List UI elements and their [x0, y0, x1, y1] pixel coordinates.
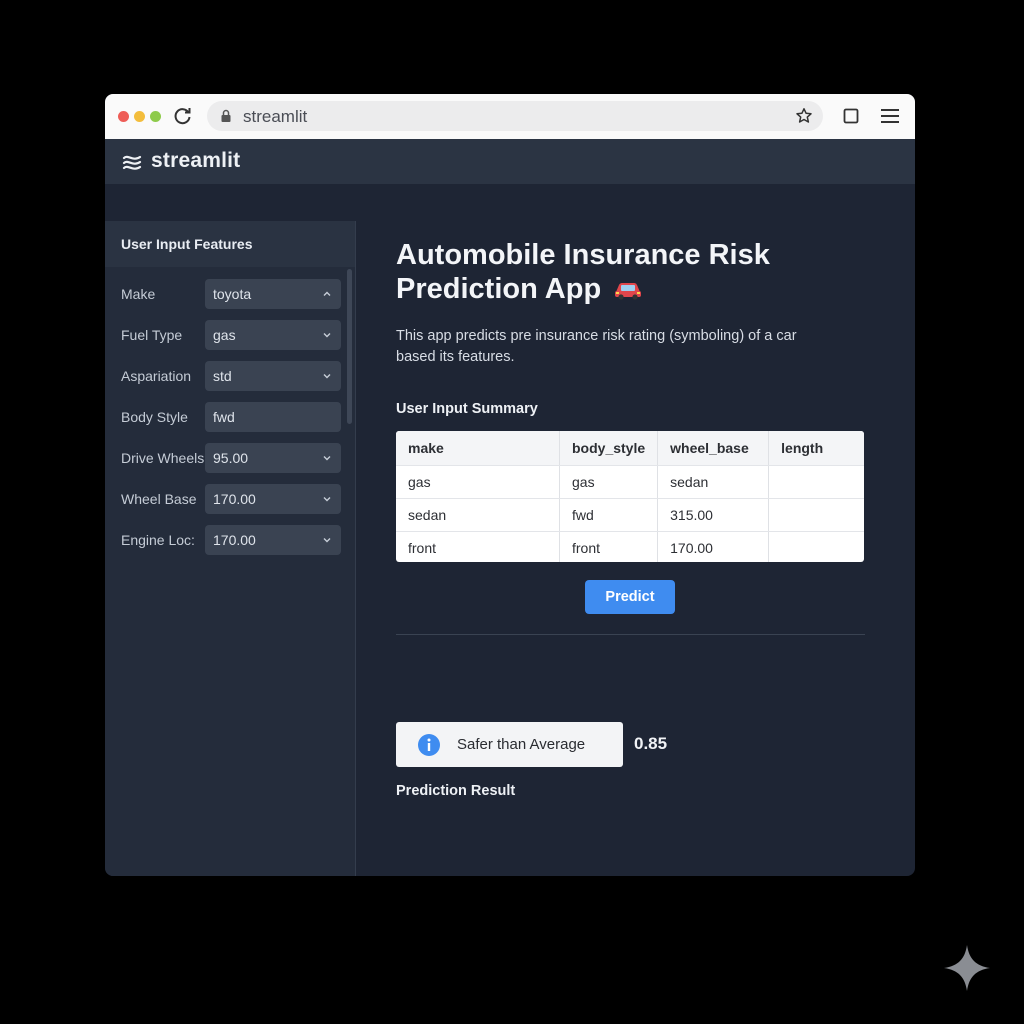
chevron-down-icon: [323, 333, 331, 338]
streamlit-logo-icon: [122, 155, 142, 170]
lock-icon: [221, 109, 231, 122]
chevron-up-icon: [323, 291, 331, 296]
drive-wheels-select[interactable]: 95.00: [205, 443, 341, 473]
make-label: Make: [121, 286, 156, 302]
sidebar-header: User Input Features: [105, 221, 355, 267]
fuel-type-label: Fuel Type: [121, 327, 183, 343]
body-style-label: Body Style: [121, 409, 188, 425]
make-value: toyota: [213, 286, 252, 302]
sidebar-scrollbar[interactable]: [347, 269, 352, 424]
body-style-value: fwd: [213, 409, 235, 425]
result-score: 0.85: [634, 734, 668, 753]
fuel-type-value: gas: [213, 327, 236, 343]
wheel-base-value: 170.00: [213, 491, 256, 507]
predict-button[interactable]: Predict: [585, 580, 675, 614]
star-icon[interactable]: [795, 107, 813, 125]
column-header[interactable]: length: [768, 431, 864, 466]
drive-wheels-label: Drive Wheels: [121, 450, 205, 466]
column-header[interactable]: body_style: [559, 431, 659, 466]
section-divider: [396, 634, 865, 635]
aspiration-select[interactable]: std: [205, 361, 341, 391]
engine-location-value: 170.00: [213, 532, 256, 548]
tab-icon[interactable]: [843, 108, 859, 124]
page-title-line1: Automobile Insurance Risk: [396, 239, 770, 271]
result-text: Safer than Average: [457, 736, 586, 753]
chevron-down-icon: [323, 538, 331, 543]
table-row: front front 170.00: [396, 531, 864, 563]
minimize-window-button[interactable]: [134, 111, 145, 122]
app-description: This app predicts pre insurance risk rat…: [396, 328, 797, 365]
table-row: sedan fwd 315.00: [396, 498, 864, 532]
table-cell: gas: [559, 465, 659, 499]
table-cell: [768, 498, 864, 532]
close-window-button[interactable]: [118, 111, 129, 122]
result-info-box: Safer than Average: [396, 722, 623, 767]
aspiration-value: std: [213, 368, 232, 384]
reload-icon[interactable]: [173, 106, 193, 126]
browser-toolbar: streamlit: [105, 94, 915, 139]
info-icon: [418, 734, 440, 756]
table-cell: front: [396, 531, 560, 562]
table-cell: fwd: [559, 498, 659, 532]
engine-location-label: Engine Loc:: [121, 532, 195, 548]
address-bar[interactable]: streamlit: [207, 101, 823, 131]
table-cell: gas: [396, 465, 560, 499]
page-title-line2: Prediction App: [396, 273, 602, 305]
drive-wheels-value: 95.00: [213, 450, 249, 466]
table-cell: [769, 532, 864, 563]
summary-heading: User Input Summary: [396, 401, 538, 417]
fuel-type-select[interactable]: gas: [205, 320, 341, 350]
table-cell: sedan: [657, 465, 770, 499]
wheel-base-label: Wheel Base: [121, 491, 197, 507]
body-style-input[interactable]: fwd: [205, 402, 341, 432]
maximize-window-button[interactable]: [150, 111, 161, 122]
chevron-down-icon: [323, 497, 331, 502]
table-cell: 315.00: [657, 498, 770, 532]
browser-window: streamlit streamlit User Input Features …: [105, 94, 915, 876]
make-select[interactable]: toyota: [205, 279, 341, 309]
chevron-down-icon: [323, 374, 331, 379]
result-heading: Prediction Result: [396, 783, 516, 799]
table-header-row: make body_style wheel_base length: [396, 431, 864, 466]
main-content: Automobile Insurance Risk Prediction App…: [356, 184, 915, 876]
page-title: Automobile Insurance Risk Prediction App: [396, 238, 816, 306]
table-row: gas gas sedan: [396, 465, 864, 499]
column-header[interactable]: make: [396, 431, 560, 466]
sidebar: User Input Features Make toyota Fuel Typ…: [105, 221, 356, 876]
table-cell: sedan: [396, 498, 560, 532]
sparkle-icon: [944, 945, 990, 991]
wheel-base-select[interactable]: 170.00: [205, 484, 341, 514]
aspiration-label: Aspariation: [121, 368, 192, 384]
menu-icon[interactable]: [880, 107, 900, 125]
summary-table: make body_style wheel_base length gas ga…: [396, 431, 864, 562]
app-logo-text: streamlit: [151, 149, 241, 172]
engine-location-select[interactable]: 170.00: [205, 525, 341, 555]
url-text: streamlit: [243, 107, 308, 126]
table-cell: 170.00: [657, 531, 770, 562]
column-header[interactable]: wheel_base: [657, 431, 770, 466]
table-cell: [768, 465, 864, 499]
table-cell: front: [559, 531, 659, 562]
sidebar-title: User Input Features: [121, 236, 253, 252]
chevron-down-icon: [323, 456, 331, 461]
app-header: streamlit: [105, 139, 915, 184]
car-icon: [615, 283, 642, 300]
